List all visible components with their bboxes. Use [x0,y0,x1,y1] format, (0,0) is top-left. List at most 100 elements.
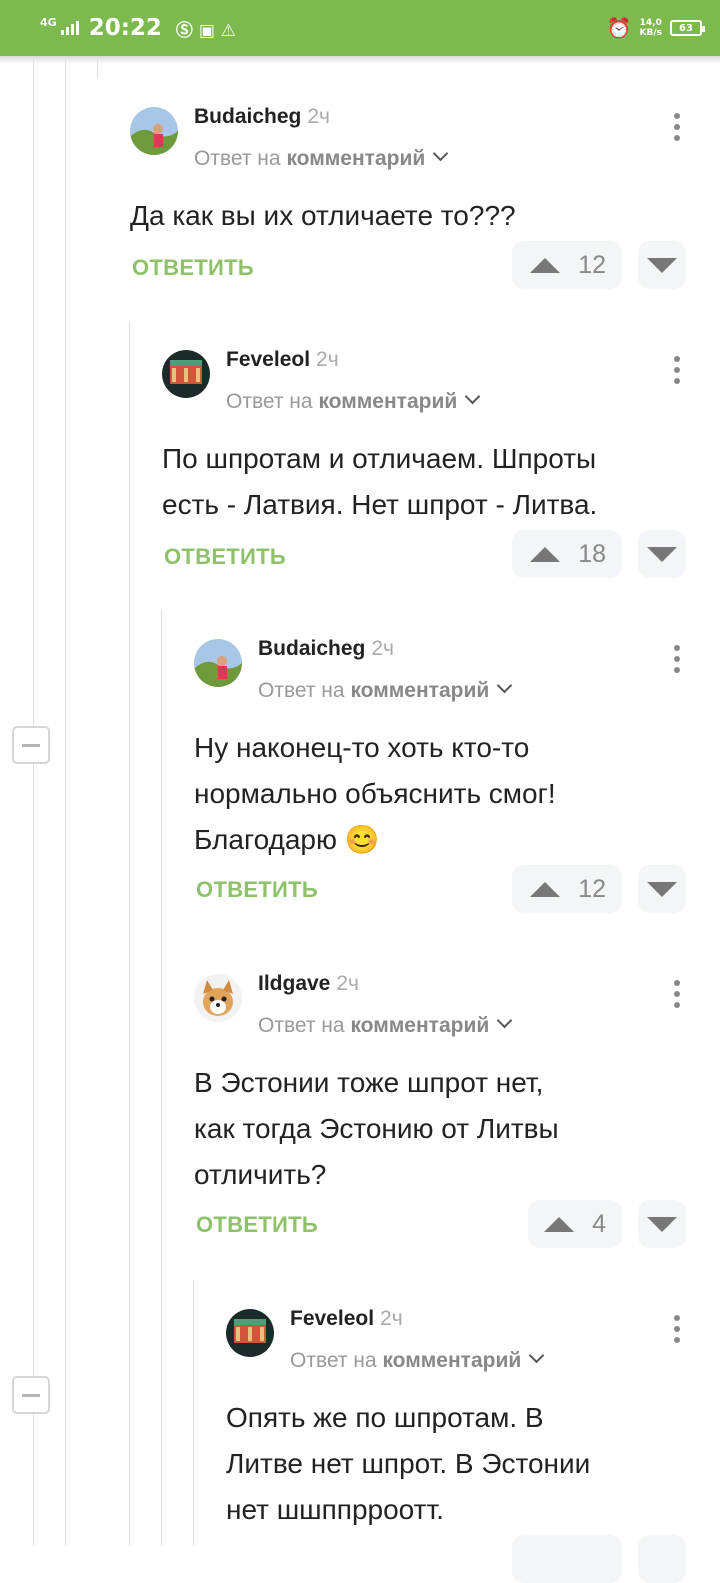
header-shadow [0,56,720,64]
author-name-text: Feveleol [290,1307,375,1330]
comment-text: Опять же по шпротам. В Литве нет шпрот. … [226,1395,590,1533]
arrow-down-icon [647,257,677,273]
vote-count: 12 [578,874,606,903]
network-speed: 14,0 KB/s [640,18,662,38]
reply-button[interactable]: ОТВЕТИТЬ [196,877,318,903]
status-bar: 4G 20:22 Ⓢ ▣ ⚠ ⏰ 14,0 KB/s 63 [0,0,720,56]
downvote-button[interactable] [638,241,686,289]
reply-to-prefix: Ответ на [194,147,281,170]
comment-time: 2ч [371,637,394,660]
thread-line [97,56,98,78]
notification-icons: Ⓢ ▣ ⚠ [175,20,237,41]
author-name-text: Feveleol [226,348,311,371]
chevron-down-icon [496,1012,513,1029]
reply-to-link[interactable]: Ответ на комментарий [194,145,449,171]
vote-count: 12 [578,250,606,279]
collapse-thread-button[interactable] [12,726,50,764]
chevron-down-icon [432,145,449,162]
author-name-text: Budaicheg [194,105,302,128]
reply-to-prefix: Ответ на [258,679,345,702]
comment-text-line: отличить? [194,1159,327,1190]
more-options-icon[interactable] [674,113,682,146]
author-name[interactable]: Budaicheg 2ч [194,105,330,129]
reply-to-link[interactable]: Ответ на комментарий [258,1012,513,1038]
upvote-button[interactable]: 12 [512,865,622,913]
avatar[interactable] [194,639,242,687]
thread-line [33,1414,34,1546]
comment-text: В Эстонии тоже шпрот нет, как тогда Эсто… [194,1060,559,1198]
author-name[interactable]: Budaicheg 2ч [258,637,394,661]
chevron-down-icon [464,388,481,405]
battery-icon: 63 [670,20,705,36]
vote-count: 18 [578,539,606,568]
comment-text-line: Да как вы их отличаете то??? [130,200,516,231]
comment-text-line: нормально объяснить смог! [194,778,556,809]
network-speed-unit: KB/s [639,28,662,38]
reply-button[interactable]: ОТВЕТИТЬ [196,1212,318,1238]
more-options-icon[interactable] [674,356,682,389]
reply-to-target: комментарий [350,679,490,702]
reply-to-target: комментарий [382,1349,522,1372]
more-options-icon[interactable] [674,645,682,678]
avatar[interactable] [162,350,210,398]
avatar[interactable] [194,974,242,1022]
reply-to-target: комментарий [350,1014,490,1037]
signal-icon [60,21,79,35]
reply-to-link[interactable]: Ответ на комментарий [226,388,481,414]
arrow-up-icon [530,881,561,897]
upvote-button[interactable] [512,1535,622,1583]
downvote-button[interactable] [638,1200,686,1248]
author-name-text: Budaicheg [258,637,366,660]
comment-time: 2ч [380,1307,403,1330]
arrow-down-icon [647,1216,677,1232]
reply-to-link[interactable]: Ответ на комментарий [258,677,513,703]
comment-text-line: нет шшппрроотт. [226,1494,444,1525]
reply-to-target: комментарий [286,147,426,170]
comment-time: 2ч [307,105,330,128]
downvote-button[interactable] [638,530,686,578]
thread-line [33,764,34,1376]
downvote-button[interactable] [638,1535,686,1583]
clock: 20:22 [88,15,162,41]
more-options-icon[interactable] [674,980,682,1013]
thread-line [161,610,162,1546]
comment-text-line: По шпротам и отличаем. Шпроты [162,443,597,474]
comment-text-line: В Эстонии тоже шпрот нет, [194,1067,544,1098]
thread-line [33,56,34,726]
reply-to-link[interactable]: Ответ на комментарий [290,1347,545,1373]
author-name-text: Ildgave [258,972,331,995]
comment-text-line: есть - Латвия. Нет шпрот - Литва. [162,489,598,520]
comment-text: По шпротам и отличаем. Шпроты есть - Лат… [162,436,597,528]
network-speed-value: 14,0 [639,18,662,28]
author-name[interactable]: Ildgave 2ч [258,972,359,996]
more-options-icon[interactable] [674,1315,682,1348]
reply-button[interactable]: ОТВЕТИТЬ [164,544,286,570]
upvote-button[interactable]: 4 [528,1200,622,1248]
alarm-icon: ⏰ [606,16,632,40]
comment-time: 2ч [316,348,339,371]
comment-text: Да как вы их отличаете то??? [130,193,516,239]
downvote-button[interactable] [638,865,686,913]
comment-text-line: Благодарю 😊 [194,824,380,855]
upvote-button[interactable]: 12 [512,241,622,289]
comment-text-line: Опять же по шпротам. В [226,1402,544,1433]
thread-line [193,1280,194,1546]
upvote-button[interactable]: 18 [512,530,622,578]
arrow-down-icon [647,881,677,897]
comment-text-line: Литве нет шпрот. В Эстонии [226,1448,591,1479]
comment-text: Ну наконец-то хоть кто-то нормально объя… [194,725,556,863]
vote-count: 4 [592,1209,606,1238]
reply-button[interactable]: ОТВЕТИТЬ [132,255,254,281]
author-name[interactable]: Feveleol 2ч [290,1307,403,1331]
arrow-up-icon [530,257,561,273]
collapse-thread-button[interactable] [12,1376,50,1414]
comment-time: 2ч [336,972,359,995]
avatar[interactable] [130,107,178,155]
chevron-down-icon [528,1347,545,1364]
thread-line [65,56,66,1546]
avatar[interactable] [226,1309,274,1357]
arrow-up-icon [530,546,561,562]
author-name[interactable]: Feveleol 2ч [226,348,339,372]
reply-to-target: комментарий [318,390,458,413]
reply-to-prefix: Ответ на [258,1014,345,1037]
